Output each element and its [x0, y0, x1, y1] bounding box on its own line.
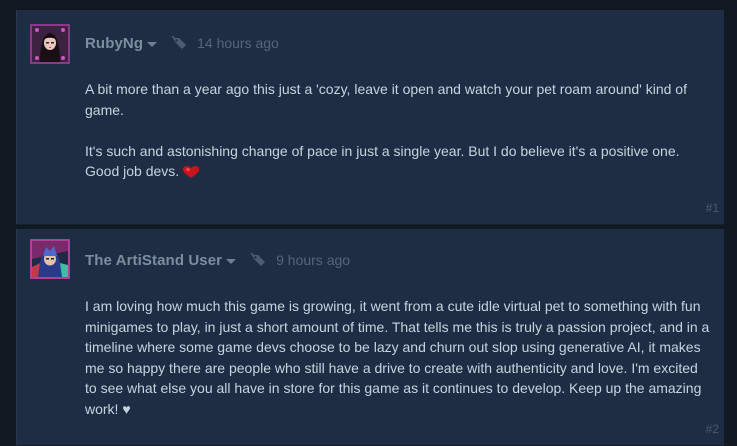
- timestamp: 14 hours ago: [197, 35, 279, 51]
- comment-body: I am loving how much this game is growin…: [85, 296, 710, 419]
- award-icon[interactable]: [250, 252, 268, 268]
- comment-edge: [16, 229, 17, 445]
- chevron-down-icon[interactable]: [226, 258, 237, 264]
- avatar-image: [32, 241, 68, 277]
- award-icon[interactable]: [171, 35, 189, 51]
- timestamp: 9 hours ago: [276, 252, 351, 268]
- author-name[interactable]: The ArtiStand User: [85, 252, 222, 269]
- avatar-image: [32, 26, 68, 62]
- comment-paragraph: It's such and astonishing change of pace…: [85, 142, 680, 159]
- avatar[interactable]: [30, 24, 70, 64]
- chevron-down-icon[interactable]: [147, 41, 158, 47]
- author-name[interactable]: RubyNg: [85, 35, 143, 52]
- comment-text: Good job devs.: [85, 163, 180, 179]
- comment-paragraph: I am loving how much this game is growin…: [85, 298, 710, 417]
- comment-index[interactable]: #2: [706, 422, 719, 436]
- comment-edge: [16, 10, 17, 224]
- comment-thread: RubyNg 14 hours ago A bit more than a ye…: [0, 0, 737, 446]
- comment-body: A bit more than a year ago this just a '…: [85, 79, 710, 182]
- comment-index[interactable]: #1: [706, 201, 719, 215]
- comment-paragraph: A bit more than a year ago this just a '…: [85, 81, 687, 118]
- comment: The ArtiStand User 9 hours ago I am lovi…: [16, 229, 724, 446]
- author-line: RubyNg 14 hours ago: [85, 32, 279, 54]
- comment-paragraph: Good job devs.: [85, 161, 710, 182]
- comment: RubyNg 14 hours ago A bit more than a ye…: [16, 10, 724, 225]
- heart-emoticon: [182, 165, 200, 178]
- avatar[interactable]: [30, 239, 70, 279]
- author-line: The ArtiStand User 9 hours ago: [85, 249, 350, 271]
